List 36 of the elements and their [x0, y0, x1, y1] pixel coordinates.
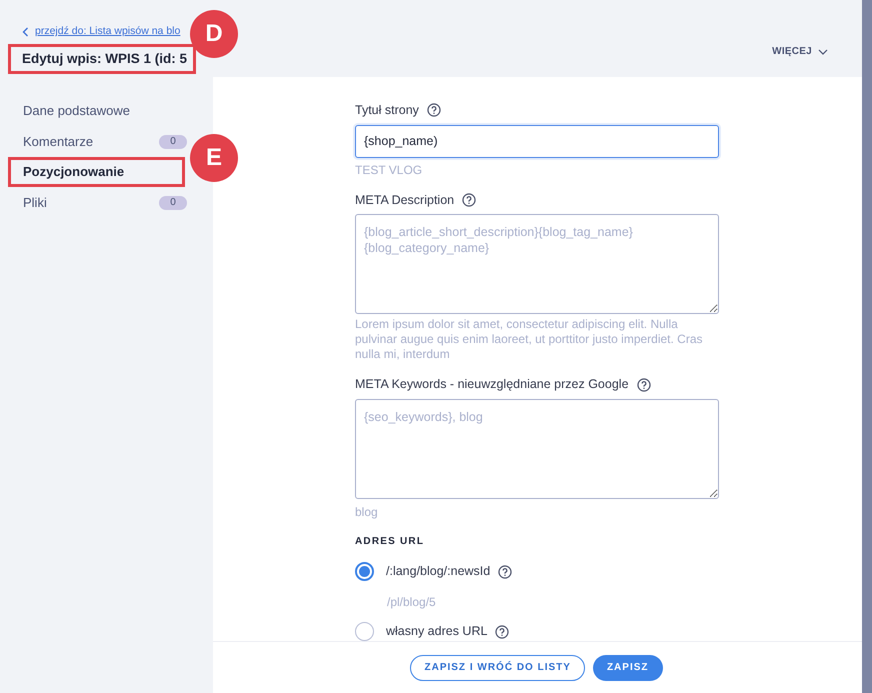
sidebar-item[interactable]: Pozycjonowanie [8, 156, 185, 188]
field-label: META Description [355, 192, 454, 209]
field-label: META Keywords - nieuwzględniane przez Google [355, 376, 629, 394]
radio-button[interactable] [355, 622, 374, 641]
radio-button[interactable] [355, 562, 374, 581]
meta-keywords-field[interactable]: {seo_keywords}, blog [355, 399, 719, 499]
radio-label: /:lang/blog/:newsId [386, 563, 490, 580]
sidebar-item[interactable]: Pliki 0 [0, 187, 187, 218]
field-label: Tytuł strony [355, 102, 419, 119]
callout-marker: E [190, 134, 238, 182]
help-icon[interactable] [495, 624, 510, 638]
sidebar-item[interactable]: Dane podstawowe [0, 96, 187, 126]
section-heading: ADRES URL [355, 535, 426, 549]
chevron-left-icon[interactable] [22, 26, 29, 37]
field-hint: blog [355, 505, 379, 520]
scrollbar[interactable] [862, 0, 872, 693]
field-hint: TEST VLOG [355, 162, 424, 178]
help-icon[interactable] [426, 103, 441, 118]
field-hint: Lorem ipsum dolor sit amet, consectetur adipiscing elit. Nulla pulvinar augue quis enim laoreet, ut porttitor justo imperdiet. Cras nulla mi, interdum [355, 317, 704, 362]
callout-marker: D [190, 10, 238, 58]
save-and-return-button[interactable]: ZAPISZ I WRÓĆ DO LISTY [410, 654, 585, 680]
more-menu[interactable]: WIĘCEJ [772, 44, 828, 59]
sidebar-item[interactable]: Komentarze 0 [0, 126, 187, 157]
field-hint: /pl/blog/5 [387, 595, 437, 610]
count-badge: 0 [159, 196, 187, 210]
chevron-down-icon[interactable] [818, 48, 828, 54]
back-link[interactable]: przejdź do: Lista wpisów na blo [35, 24, 180, 40]
count-badge: 0 [159, 134, 187, 148]
help-icon[interactable] [636, 378, 651, 392]
meta-description-field[interactable]: {blog_article_short_description}{blog_tag_name} {blog_category_name} [355, 214, 719, 314]
page-title: Edytuj wpis: WPIS 1 (id: 5 [8, 44, 196, 74]
help-icon[interactable] [498, 564, 512, 578]
help-icon[interactable] [462, 192, 476, 207]
radio-label: własny adres URL [386, 623, 488, 640]
page-title-field[interactable]: {shop_name) [355, 124, 719, 158]
save-button[interactable]: ZAPISZ [592, 654, 662, 680]
